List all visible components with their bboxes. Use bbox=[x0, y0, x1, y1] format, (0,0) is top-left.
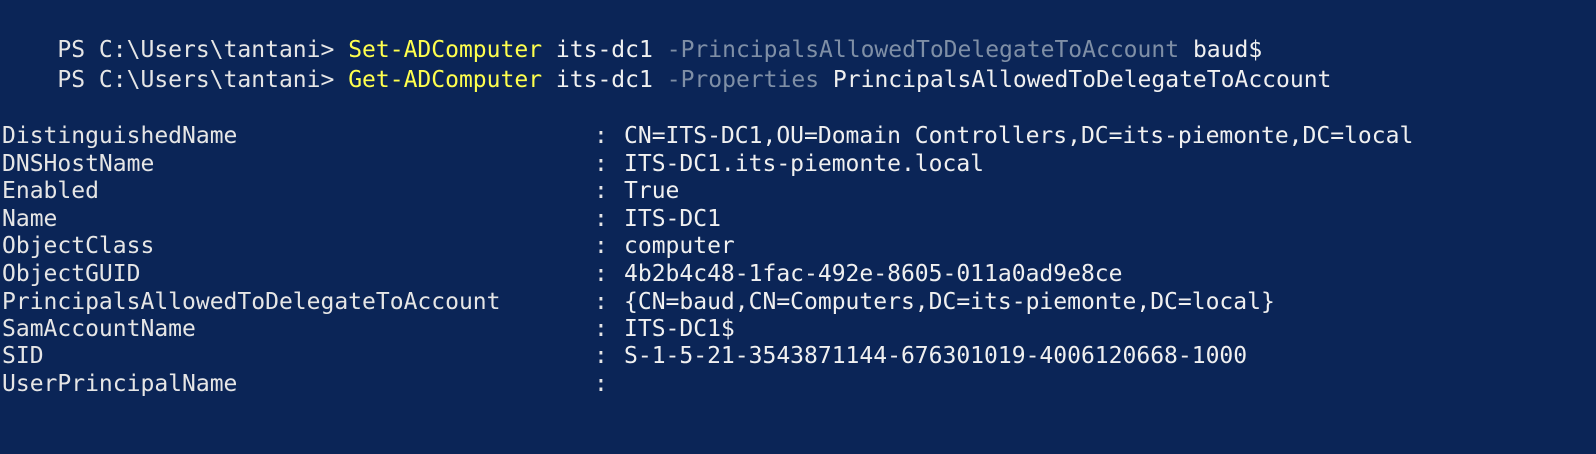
property-name: Enabled bbox=[2, 178, 99, 204]
property-separator: : bbox=[594, 206, 608, 232]
property-separator: : bbox=[594, 343, 608, 369]
property-value: True bbox=[624, 178, 680, 204]
property-separator: : bbox=[594, 261, 608, 287]
powershell-console[interactable]: PS C:\Users\tantani> Set-ADComputer its-… bbox=[0, 0, 1596, 434]
property-name: UserPrincipalName bbox=[2, 371, 238, 397]
property-row: SamAccountName: ITS-DC1$ bbox=[2, 315, 1592, 343]
command-line-1: PS C:\Users\tantani> Set-ADComputer its-… bbox=[2, 8, 1262, 63]
property-separator: : bbox=[594, 371, 608, 397]
property-row: UserPrincipalName: bbox=[2, 370, 1592, 398]
property-value: CN=ITS-DC1,OU=Domain Controllers,DC=its-… bbox=[624, 123, 1414, 149]
property-separator: : bbox=[594, 123, 608, 149]
property-value: ITS-DC1 bbox=[624, 206, 721, 232]
property-value: ITS-DC1.its-piemonte.local bbox=[624, 151, 985, 177]
property-separator: : bbox=[594, 316, 608, 342]
property-separator: : bbox=[594, 178, 608, 204]
property-value: S-1-5-21-3543871144-676301019-4006120668… bbox=[624, 343, 1248, 369]
property-row: SID: S-1-5-21-3543871144-676301019-400612… bbox=[2, 342, 1592, 370]
property-name: Name bbox=[2, 206, 58, 232]
property-name: DistinguishedName bbox=[2, 123, 238, 149]
cmdlet: Get-ADComputer bbox=[348, 67, 543, 93]
property-value: {CN=baud,CN=Computers,DC=its-piemonte,DC… bbox=[624, 289, 1275, 315]
property-row: Name: ITS-DC1 bbox=[2, 205, 1592, 233]
property-name: SID bbox=[2, 343, 44, 369]
property-name: DNSHostName bbox=[2, 151, 155, 177]
property-row: ObjectGUID:4b2b4c48-1fac-492e-8605-011a0… bbox=[2, 260, 1592, 288]
property-value: ITS-DC1$ bbox=[624, 316, 735, 342]
property-value: 4b2b4c48-1fac-492e-8605-011a0ad9e8ce bbox=[624, 261, 1123, 287]
property-value: computer bbox=[624, 233, 735, 259]
property-name: ObjectGUID bbox=[2, 261, 141, 287]
property-name: PrincipalsAllowedToDelegateToAccount bbox=[2, 289, 501, 315]
property-name: SamAccountName bbox=[2, 316, 196, 342]
command-line-2: PS C:\Users\tantani> Get-ADComputer its-… bbox=[2, 38, 1331, 93]
property-separator: : bbox=[594, 151, 608, 177]
property-row: DistinguishedName: CN=ITS-DC1,OU=Domain C… bbox=[2, 122, 1592, 150]
prompt: PS C:\Users\tantani> bbox=[57, 67, 349, 93]
property-name: ObjectClass bbox=[2, 233, 155, 259]
property-row: Enabled: True bbox=[2, 177, 1592, 205]
command-parameter: -Properties bbox=[666, 67, 820, 93]
property-row: PrincipalsAllowedToDelegateToAccount: {CN… bbox=[2, 288, 1592, 316]
property-separator: : bbox=[594, 233, 608, 259]
property-separator: : bbox=[594, 289, 608, 315]
property-row: ObjectClass: computer bbox=[2, 232, 1592, 260]
property-row: DNSHostName: ITS-DC1.its-piemonte.local bbox=[2, 150, 1592, 178]
command-target: its-dc1 bbox=[555, 67, 653, 93]
command-argument: PrincipalsAllowedToDelegateToAccount bbox=[832, 67, 1332, 93]
